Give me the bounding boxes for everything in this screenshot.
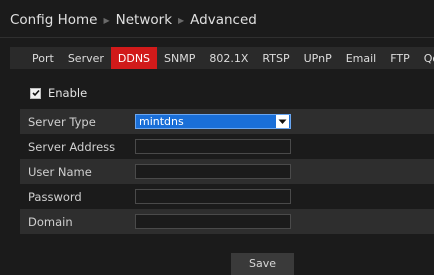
- server-address-row: Server Address: [20, 134, 434, 159]
- tab-bar: Port Server DDNS SNMP 802.1X RTSP UPnP E…: [10, 47, 434, 69]
- tab-port[interactable]: Port: [10, 47, 61, 69]
- tab-snmp[interactable]: SNMP: [157, 47, 202, 69]
- tab-qos[interactable]: QoS: [417, 47, 434, 69]
- breadcrumb-advanced: Advanced: [190, 12, 257, 28]
- save-button[interactable]: Save: [231, 252, 294, 275]
- breadcrumb-network[interactable]: Network: [116, 12, 172, 28]
- server-address-label: Server Address: [28, 139, 116, 154]
- tab-email[interactable]: Email: [339, 47, 384, 69]
- user-name-row: User Name: [20, 159, 434, 184]
- chevron-down-icon: [276, 115, 289, 128]
- breadcrumb: Config Home ▶ Network ▶ Advanced: [10, 9, 257, 31]
- tab-ddns[interactable]: DDNS: [110, 47, 158, 69]
- domain-label: Domain: [28, 214, 73, 229]
- save-area: Save: [231, 252, 294, 275]
- server-type-value: mintdns: [139, 115, 184, 128]
- ddns-form: Server Type mintdns Server Address User …: [20, 109, 434, 234]
- server-address-input[interactable]: [135, 139, 291, 154]
- tab-8021x[interactable]: 802.1X: [202, 47, 255, 69]
- tab-rtsp[interactable]: RTSP: [255, 47, 296, 69]
- password-input[interactable]: [135, 189, 291, 204]
- domain-input[interactable]: [135, 214, 291, 229]
- password-row: Password: [20, 184, 434, 209]
- breadcrumb-separator-icon: ▶: [178, 15, 185, 25]
- tab-ftp[interactable]: FTP: [383, 47, 417, 69]
- server-type-row: Server Type mintdns: [20, 109, 434, 134]
- tab-upnp[interactable]: UPnP: [297, 47, 339, 69]
- enable-checkbox[interactable]: [30, 87, 41, 99]
- user-name-label: User Name: [28, 164, 92, 179]
- enable-label: Enable: [48, 86, 88, 100]
- password-label: Password: [28, 189, 82, 204]
- breadcrumb-config-home[interactable]: Config Home: [10, 12, 97, 28]
- checkmark-icon: [31, 89, 40, 97]
- server-type-label: Server Type: [28, 114, 96, 129]
- header-divider: [0, 37, 434, 38]
- user-name-input[interactable]: [135, 164, 291, 179]
- tab-server[interactable]: Server: [61, 47, 111, 69]
- enable-row: Enable: [30, 86, 87, 100]
- breadcrumb-separator-icon: ▶: [103, 15, 110, 25]
- server-type-select[interactable]: mintdns: [135, 114, 291, 129]
- domain-row: Domain: [20, 209, 434, 234]
